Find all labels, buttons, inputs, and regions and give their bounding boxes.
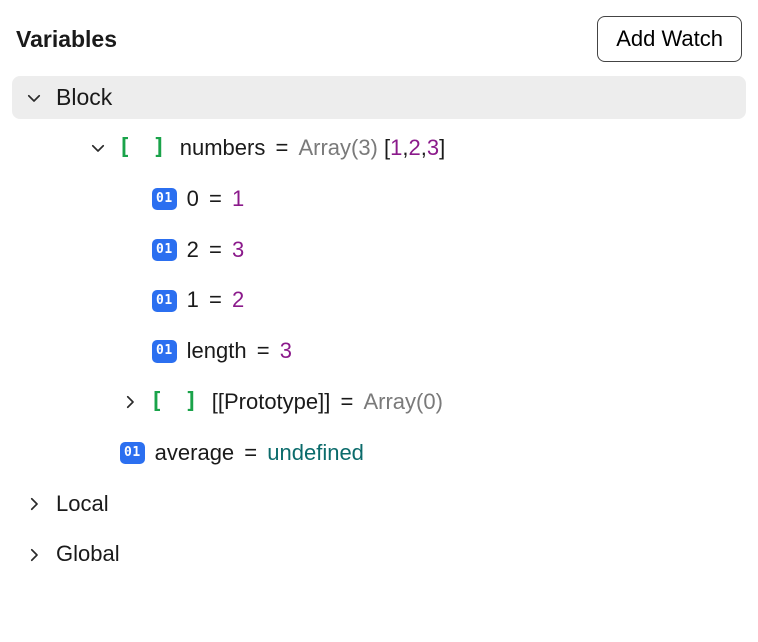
variable-name: numbers <box>180 135 266 160</box>
entry-key: 1 <box>187 287 199 312</box>
entry-key: 2 <box>187 237 199 262</box>
variable-expression: numbers = Array(3) [1,2,3] <box>180 133 446 164</box>
array-entry-row[interactable]: 01 1 = 2 <box>12 275 746 326</box>
scope-block-label: Block <box>56 84 112 111</box>
array-entry-row[interactable]: 01 length = 3 <box>12 326 746 377</box>
chevron-right-icon <box>120 392 140 412</box>
entry-value: 3 <box>280 338 292 363</box>
scope-local-label: Local <box>56 489 109 520</box>
variables-panel-header: Variables Add Watch <box>12 10 746 76</box>
chevron-right-icon <box>24 494 44 514</box>
variable-row-prototype[interactable]: [ ] [[Prototype]] = Array(0) <box>12 377 746 428</box>
add-watch-button[interactable]: Add Watch <box>597 16 742 62</box>
entry-value: 2 <box>232 287 244 312</box>
scope-block-header[interactable]: Block <box>12 76 746 119</box>
entry-key: length <box>187 338 247 363</box>
variable-row-numbers[interactable]: [ ] numbers = Array(3) [1,2,3] <box>12 123 746 174</box>
type-label: Array(0) <box>363 389 442 414</box>
panel-title: Variables <box>16 26 117 53</box>
variable-row-average[interactable]: 01 average = undefined <box>12 428 746 479</box>
array-entry-row[interactable]: 01 0 = 1 <box>12 174 746 225</box>
scope-global-header[interactable]: Global <box>12 529 746 580</box>
number-badge-icon: 01 <box>152 290 177 312</box>
variable-name: [[Prototype]] <box>212 389 331 414</box>
chevron-right-icon <box>24 545 44 565</box>
entry-key: 0 <box>187 186 199 211</box>
scope-global-label: Global <box>56 539 120 570</box>
scope-local-header[interactable]: Local <box>12 479 746 530</box>
array-icon: [ ] <box>118 133 170 164</box>
chevron-down-icon <box>24 88 44 108</box>
number-badge-icon: 01 <box>152 340 177 362</box>
number-badge-icon: 01 <box>120 442 145 464</box>
array-icon: [ ] <box>150 387 202 418</box>
type-label: Array(3) <box>298 135 377 160</box>
variable-value: undefined <box>267 440 364 465</box>
number-badge-icon: 01 <box>152 188 177 210</box>
variable-name: average <box>155 440 235 465</box>
number-badge-icon: 01 <box>152 239 177 261</box>
entry-value: 3 <box>232 237 244 262</box>
array-entry-row[interactable]: 01 2 = 3 <box>12 225 746 276</box>
chevron-down-icon <box>88 138 108 158</box>
entry-value: 1 <box>232 186 244 211</box>
